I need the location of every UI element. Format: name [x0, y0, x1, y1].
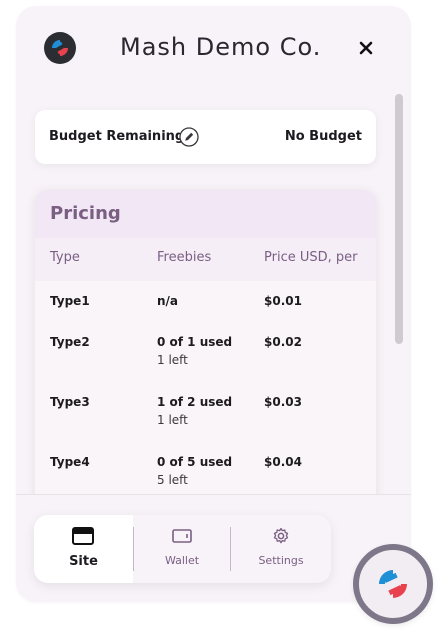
- row-price: $0.02: [264, 335, 302, 349]
- freebies-used: 1 of 2 used: [157, 395, 233, 409]
- row-type: Type1: [50, 294, 90, 308]
- freebies-used: 0 of 5 used: [157, 455, 233, 469]
- wallet-icon: [171, 527, 193, 545]
- tab-wallet[interactable]: Wallet: [134, 515, 230, 583]
- pricing-card: Pricing Type Freebies Price USD, per Typ…: [35, 190, 376, 494]
- freebies-left: 1 left: [157, 413, 188, 427]
- tab-site-label: Site: [69, 554, 98, 569]
- row-freebies: 1 of 2 used 1 left: [157, 395, 232, 427]
- table-row: Type4 0 of 5 used 5 left $0.04: [35, 455, 376, 494]
- extension-panel: Mash Demo Co. Budget Remaining No Budget…: [16, 6, 411, 602]
- budget-card: Budget Remaining No Budget: [35, 110, 376, 164]
- mash-logo-icon: [379, 570, 407, 598]
- freebies-left: 5 left: [157, 473, 188, 487]
- column-header-type: Type: [50, 250, 80, 265]
- row-freebies: 0 of 5 used 5 left: [157, 455, 232, 487]
- tab-settings[interactable]: Settings: [231, 515, 331, 583]
- row-price: $0.01: [264, 294, 302, 308]
- bottom-navigation: Site Wallet Settings: [16, 494, 411, 602]
- row-freebies: 0 of 1 used 1 left: [157, 335, 232, 367]
- header: Mash Demo Co.: [16, 6, 411, 94]
- row-type: Type2: [50, 335, 90, 349]
- pricing-header: Pricing: [35, 190, 376, 238]
- column-header-freebies: Freebies: [157, 250, 212, 265]
- app-title: Mash Demo Co.: [120, 33, 322, 61]
- table-row: Type3 1 of 2 used 1 left $0.03: [35, 395, 376, 455]
- freebies-left: 1 left: [157, 353, 188, 367]
- gear-icon: [270, 527, 292, 545]
- row-type: Type4: [50, 455, 90, 469]
- mash-logo-icon: [44, 32, 76, 64]
- budget-label: Budget Remaining: [49, 129, 185, 144]
- row-type: Type3: [50, 395, 90, 409]
- tab-wallet-label: Wallet: [164, 554, 200, 567]
- freebies-used: 0 of 1 used: [157, 335, 233, 349]
- budget-value: No Budget: [284, 129, 362, 144]
- row-freebies: n/a: [157, 294, 178, 308]
- tab-site[interactable]: Site: [34, 515, 133, 583]
- close-icon[interactable]: [355, 37, 377, 59]
- pricing-title: Pricing: [50, 203, 121, 224]
- pencil-edit-icon[interactable]: [179, 127, 199, 147]
- mash-launcher-button[interactable]: [353, 544, 433, 624]
- tab-bar: Site Wallet Settings: [34, 515, 331, 583]
- site-icon: [72, 527, 94, 545]
- tab-settings-label: Settings: [258, 554, 304, 567]
- table-row: Type2 0 of 1 used 1 left $0.02: [35, 335, 376, 395]
- column-header-price: Price USD, per: [264, 250, 358, 265]
- pricing-column-headers: Type Freebies Price USD, per: [35, 238, 376, 281]
- row-price: $0.04: [264, 455, 302, 469]
- freebies-used: n/a: [157, 294, 179, 308]
- content-scroll-area: Budget Remaining No Budget Pricing Type …: [16, 94, 411, 494]
- row-price: $0.03: [264, 395, 302, 409]
